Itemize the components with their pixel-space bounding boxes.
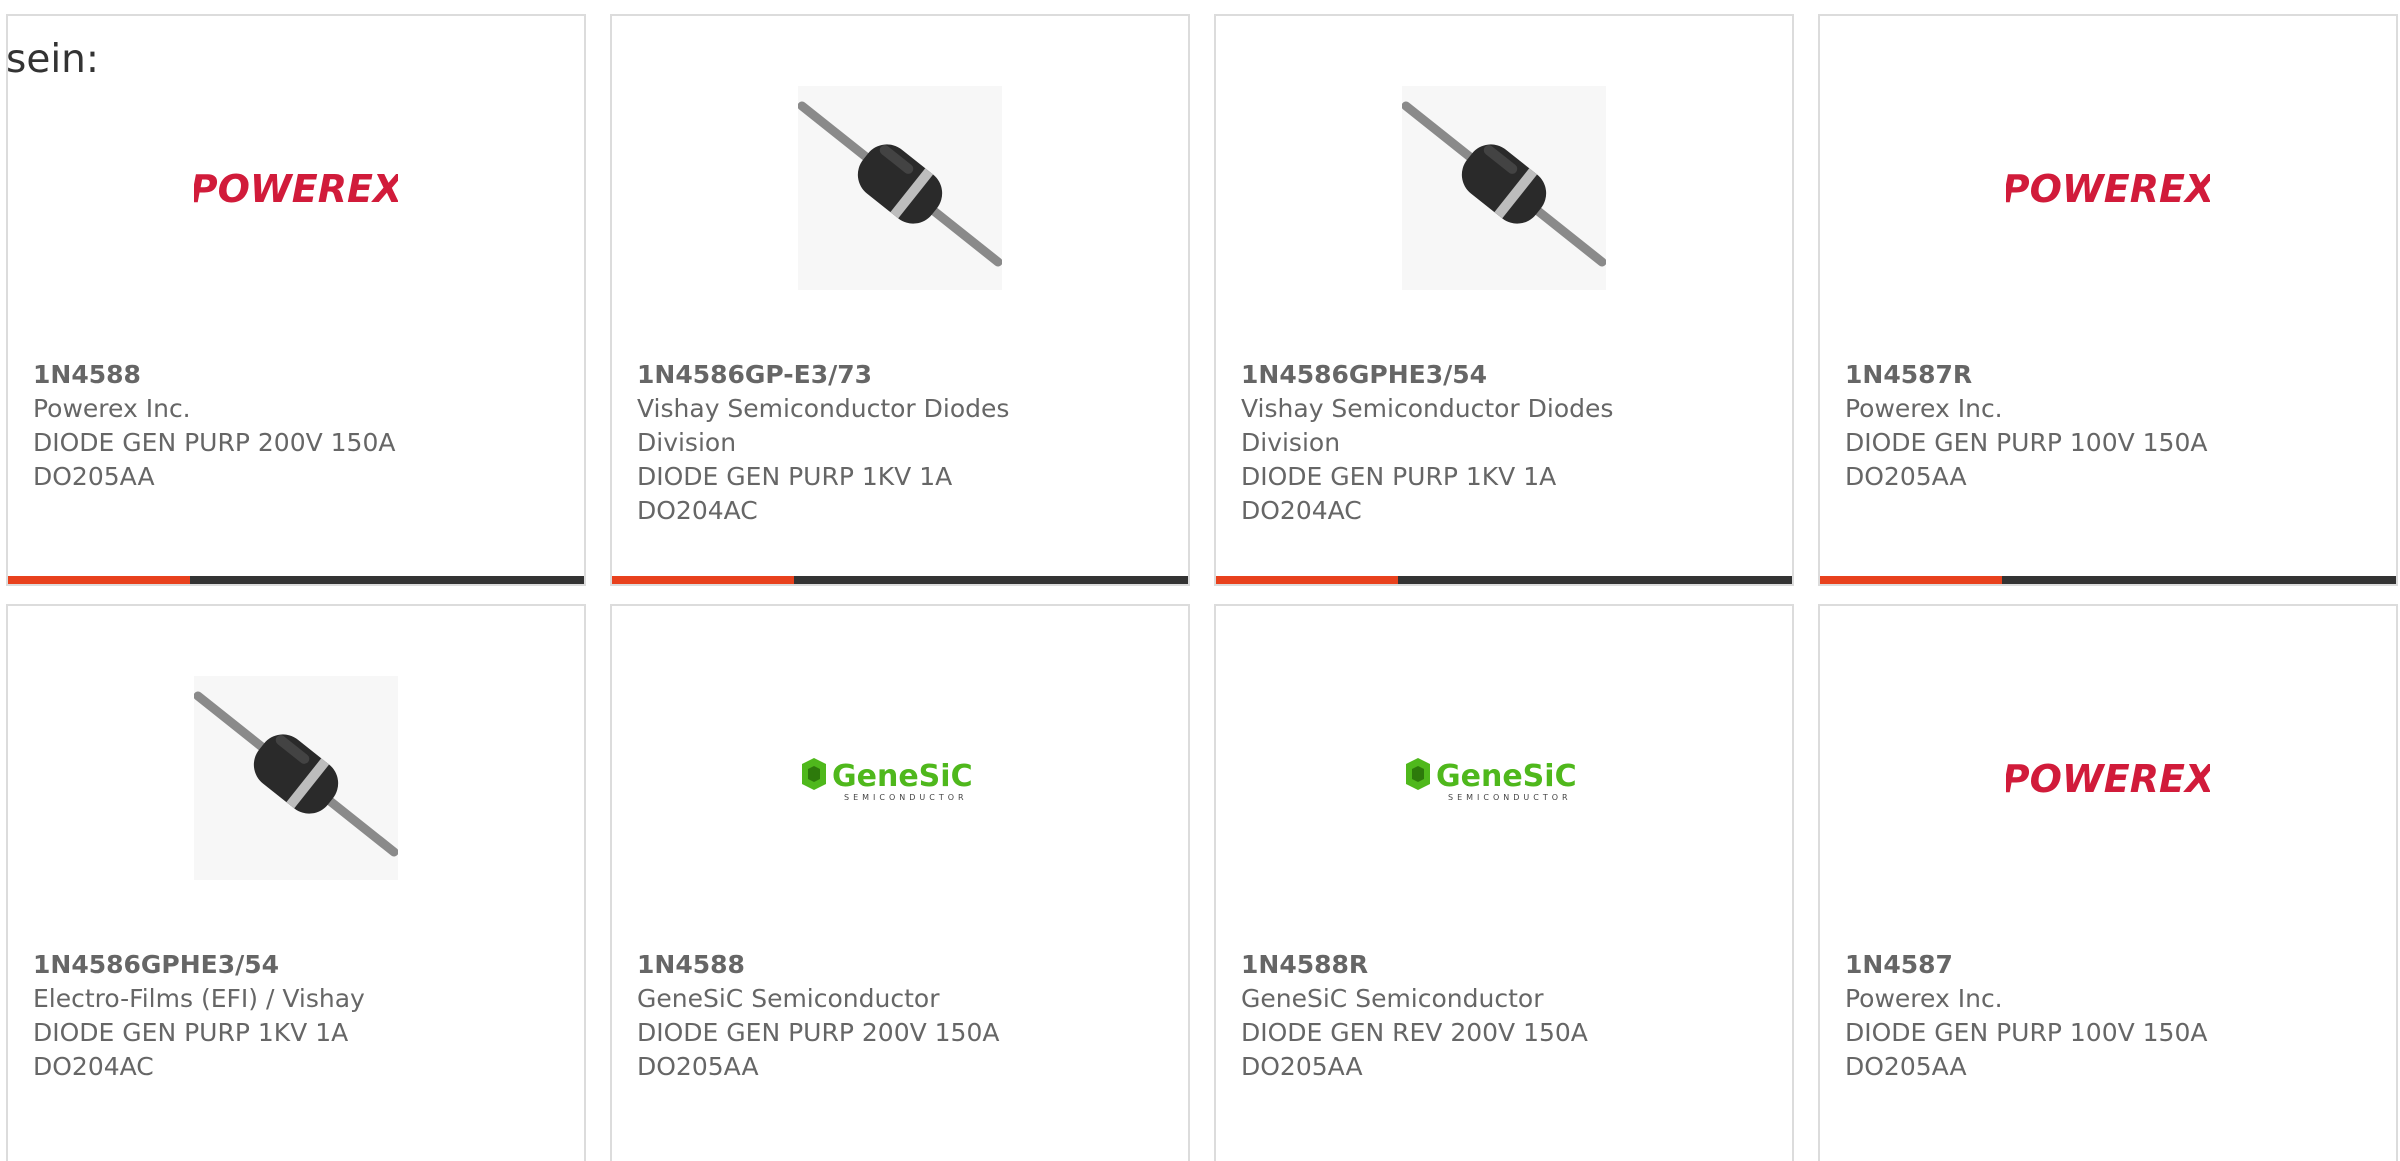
manufacturer: GeneSiC Semiconductor bbox=[637, 984, 940, 1013]
intro-text: sein: bbox=[6, 37, 100, 82]
description: DIODE GEN PURP 1KV 1A bbox=[1241, 462, 1557, 491]
part-number[interactable]: 1N4588 bbox=[637, 948, 1168, 982]
manufacturer: Vishay Semiconductor Diodes Division bbox=[637, 394, 1010, 457]
card-bottom-bar bbox=[612, 576, 1188, 584]
product-card[interactable]: 1N4586GPHE3/54 Vishay Semiconductor Diod… bbox=[1214, 14, 1794, 586]
part-number[interactable]: 1N4588R bbox=[1241, 948, 1772, 982]
description: DIODE GEN PURP 200V 150A bbox=[33, 428, 396, 457]
manufacturer: Electro-Films (EFI) / Vishay bbox=[33, 984, 365, 1013]
svg-text:GeneSiC: GeneSiC bbox=[1436, 759, 1577, 794]
part-number[interactable]: 1N4586GPHE3/54 bbox=[33, 948, 564, 982]
powerex-logo: POWEREX bbox=[2006, 86, 2210, 290]
package: DO204AC bbox=[637, 496, 758, 525]
manufacturer: Powerex Inc. bbox=[1845, 984, 2003, 1013]
package: DO205AA bbox=[1241, 1052, 1363, 1081]
description: DIODE GEN PURP 100V 150A bbox=[1845, 1018, 2208, 1047]
description: DIODE GEN PURP 1KV 1A bbox=[33, 1018, 349, 1047]
description: DIODE GEN REV 200V 150A bbox=[1241, 1018, 1588, 1047]
powerex-logo: POWEREX bbox=[2006, 676, 2210, 880]
axial-diode-photo bbox=[1402, 86, 1606, 290]
product-card[interactable]: POWEREX 1N4587R Powerex Inc. DIODE GEN P… bbox=[1818, 14, 2398, 586]
package: DO205AA bbox=[637, 1052, 759, 1081]
product-card[interactable]: GeneSiC SEMICONDUCTOR 1N4588 GeneSiC Sem… bbox=[610, 604, 1190, 1161]
card-bottom-bar bbox=[8, 576, 584, 584]
manufacturer: GeneSiC Semiconductor bbox=[1241, 984, 1544, 1013]
package: DO204AC bbox=[33, 1052, 154, 1081]
card-accent-bar bbox=[1820, 576, 2002, 584]
product-card[interactable]: 1N4586GP-E3/73 Vishay Semiconductor Diod… bbox=[610, 14, 1190, 586]
part-number[interactable]: 1N4587 bbox=[1845, 948, 2376, 982]
card-accent-bar bbox=[1216, 576, 1398, 584]
package: DO205AA bbox=[1845, 1052, 1967, 1081]
axial-diode-photo bbox=[194, 676, 398, 880]
description: DIODE GEN PURP 1KV 1A bbox=[637, 462, 953, 491]
svg-text:SEMICONDUCTOR: SEMICONDUCTOR bbox=[1448, 793, 1572, 802]
powerex-logo: POWEREX bbox=[194, 86, 398, 290]
svg-text:POWEREX: POWEREX bbox=[194, 167, 398, 211]
package: DO205AA bbox=[1845, 462, 1967, 491]
svg-text:SEMICONDUCTOR: SEMICONDUCTOR bbox=[844, 793, 968, 802]
svg-text:POWEREX: POWEREX bbox=[2006, 757, 2210, 801]
description: DIODE GEN PURP 200V 150A bbox=[637, 1018, 1000, 1047]
package: DO204AC bbox=[1241, 496, 1362, 525]
svg-text:POWEREX: POWEREX bbox=[2006, 167, 2210, 211]
part-number[interactable]: 1N4587R bbox=[1845, 358, 2376, 392]
part-number[interactable]: 1N4586GPHE3/54 bbox=[1241, 358, 1772, 392]
genesic-logo: GeneSiC SEMICONDUCTOR bbox=[798, 676, 1002, 880]
card-accent-bar bbox=[8, 576, 190, 584]
product-grid-page: sein: POWEREX 1N4588 Powerex Inc. DIODE … bbox=[0, 0, 2400, 1161]
part-number[interactable]: 1N4588 bbox=[33, 358, 564, 392]
svg-text:GeneSiC: GeneSiC bbox=[832, 759, 973, 794]
package: DO205AA bbox=[33, 462, 155, 491]
product-card[interactable]: 1N4586GPHE3/54 Electro-Films (EFI) / Vis… bbox=[6, 604, 586, 1161]
part-number[interactable]: 1N4586GP-E3/73 bbox=[637, 358, 1168, 392]
manufacturer: Powerex Inc. bbox=[1845, 394, 2003, 423]
genesic-logo: GeneSiC SEMICONDUCTOR bbox=[1402, 676, 1606, 880]
axial-diode-photo bbox=[798, 86, 1002, 290]
card-bottom-bar bbox=[1216, 576, 1792, 584]
manufacturer: Vishay Semiconductor Diodes Division bbox=[1241, 394, 1614, 457]
description: DIODE GEN PURP 100V 150A bbox=[1845, 428, 2208, 457]
product-card[interactable]: POWEREX 1N4587 Powerex Inc. DIODE GEN PU… bbox=[1818, 604, 2398, 1161]
manufacturer: Powerex Inc. bbox=[33, 394, 191, 423]
product-card[interactable]: POWEREX 1N4588 Powerex Inc. DIODE GEN PU… bbox=[6, 14, 586, 586]
card-bottom-bar bbox=[1820, 576, 2396, 584]
product-card[interactable]: GeneSiC SEMICONDUCTOR 1N4588R GeneSiC Se… bbox=[1214, 604, 1794, 1161]
card-accent-bar bbox=[612, 576, 794, 584]
